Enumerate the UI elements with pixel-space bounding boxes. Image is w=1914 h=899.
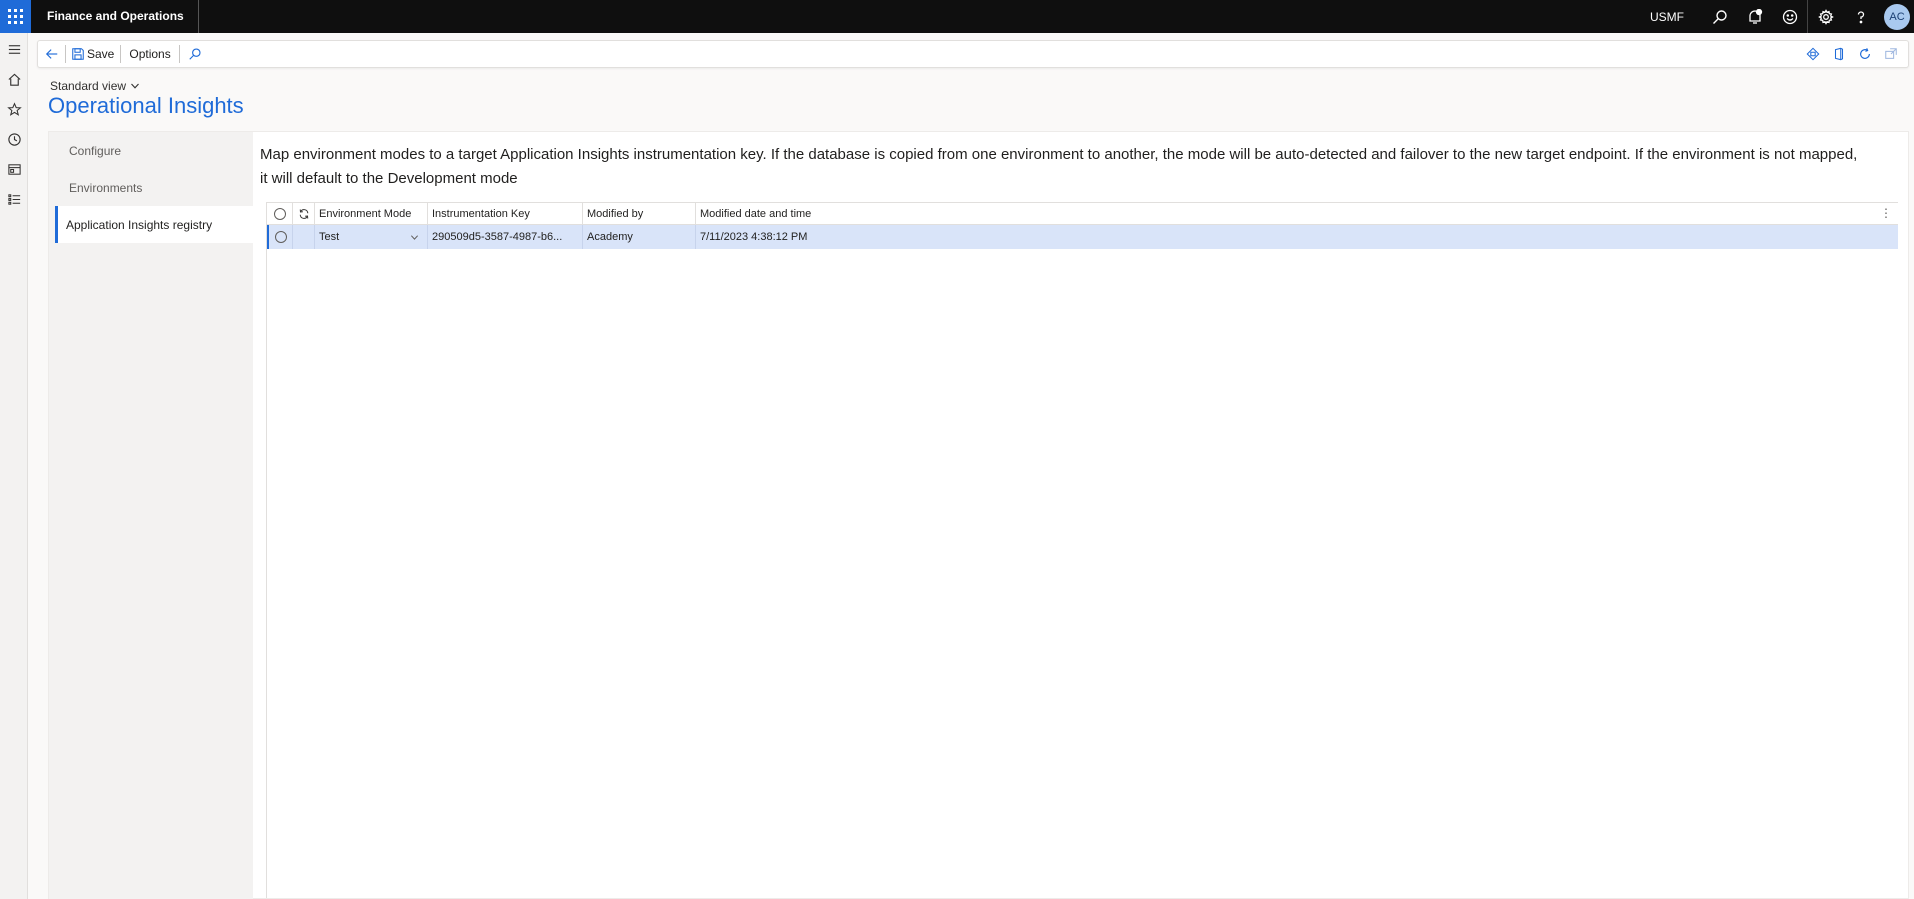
select-all-cell (267, 203, 293, 224)
navigation-rail (0, 33, 28, 899)
grid-header: Environment Mode Instrumentation Key Mod… (267, 203, 1898, 225)
refresh-grid-cell (293, 203, 315, 224)
column-header-modified-by[interactable]: Modified by (583, 203, 696, 224)
column-header-modified-date[interactable]: Modified date and time (696, 203, 851, 224)
select-all-radio[interactable] (273, 207, 286, 220)
view-selector[interactable]: Standard view (50, 79, 140, 93)
app-name[interactable]: Finance and Operations (33, 0, 199, 33)
recent-clock-icon[interactable] (0, 124, 28, 154)
settings-gear-icon[interactable] (1808, 0, 1843, 33)
row-select-cell (269, 225, 293, 249)
chevron-down-icon[interactable] (410, 233, 419, 242)
office-icon[interactable] (1826, 41, 1852, 67)
app-launcher-icon[interactable] (0, 0, 31, 33)
hamburger-menu-icon[interactable] (0, 34, 28, 64)
chevron-down-icon (131, 83, 139, 89)
save-button[interactable]: Save (66, 41, 120, 67)
refresh-grid-icon[interactable] (298, 208, 310, 220)
company-picker[interactable]: USMF (1650, 10, 1684, 24)
search-icon[interactable] (1702, 0, 1737, 33)
notifications-icon[interactable] (1737, 0, 1772, 33)
modules-list-icon[interactable] (0, 184, 28, 214)
save-icon (72, 48, 84, 60)
row-spacer-cell (293, 225, 315, 249)
action-search-icon[interactable] (180, 41, 210, 67)
column-header-environment-mode[interactable]: Environment Mode (315, 203, 428, 224)
help-icon[interactable] (1843, 0, 1878, 33)
column-header-instrumentation-key[interactable]: Instrumentation Key (428, 203, 583, 224)
page-title: Operational Insights (48, 93, 244, 118)
back-button[interactable] (38, 41, 65, 67)
environment-mode-value: Test (319, 231, 340, 243)
content-area: Configure Environments Application Insig… (48, 131, 1909, 899)
tab-panel: Map environment modes to a target Applic… (253, 132, 1908, 898)
row-select-radio[interactable] (274, 231, 287, 243)
save-label: Save (87, 47, 115, 61)
modified-date-cell: 7/11/2023 4:38:12 PM (700, 231, 808, 243)
action-pane: Save Options (37, 40, 1909, 68)
modified-by-cell: Academy (583, 225, 696, 249)
options-button[interactable]: Options (121, 41, 178, 67)
top-bar: Finance and Operations USMF AC (0, 0, 1914, 33)
refresh-icon[interactable] (1852, 41, 1878, 67)
registry-grid: Environment Mode Instrumentation Key Mod… (266, 202, 1898, 898)
environment-mode-field[interactable]: Test (315, 225, 428, 249)
more-options-icon[interactable]: ⋮ (1880, 206, 1892, 220)
instrumentation-key-cell[interactable]: 290509d5-3587-4987-b6... (428, 225, 583, 249)
view-label: Standard view (50, 79, 127, 93)
home-icon[interactable] (0, 64, 28, 94)
open-new-window-icon[interactable] (1878, 41, 1904, 67)
tab-configure[interactable]: Configure (55, 132, 253, 169)
user-avatar[interactable]: AC (1884, 3, 1910, 30)
workspaces-icon[interactable] (0, 154, 28, 184)
tab-environments[interactable]: Environments (55, 169, 253, 206)
description-text: Map environment modes to a target Applic… (260, 146, 1858, 187)
power-apps-icon[interactable] (1800, 41, 1826, 67)
favorites-star-icon[interactable] (0, 94, 28, 124)
feedback-smiley-icon[interactable] (1772, 0, 1807, 33)
table-row[interactable]: Test 290509d5-3587-4987-b6... Academy 7/… (267, 225, 1898, 249)
tab-application-insights-registry[interactable]: Application Insights registry (55, 206, 253, 243)
vertical-tabs: Configure Environments Application Insig… (49, 132, 253, 899)
